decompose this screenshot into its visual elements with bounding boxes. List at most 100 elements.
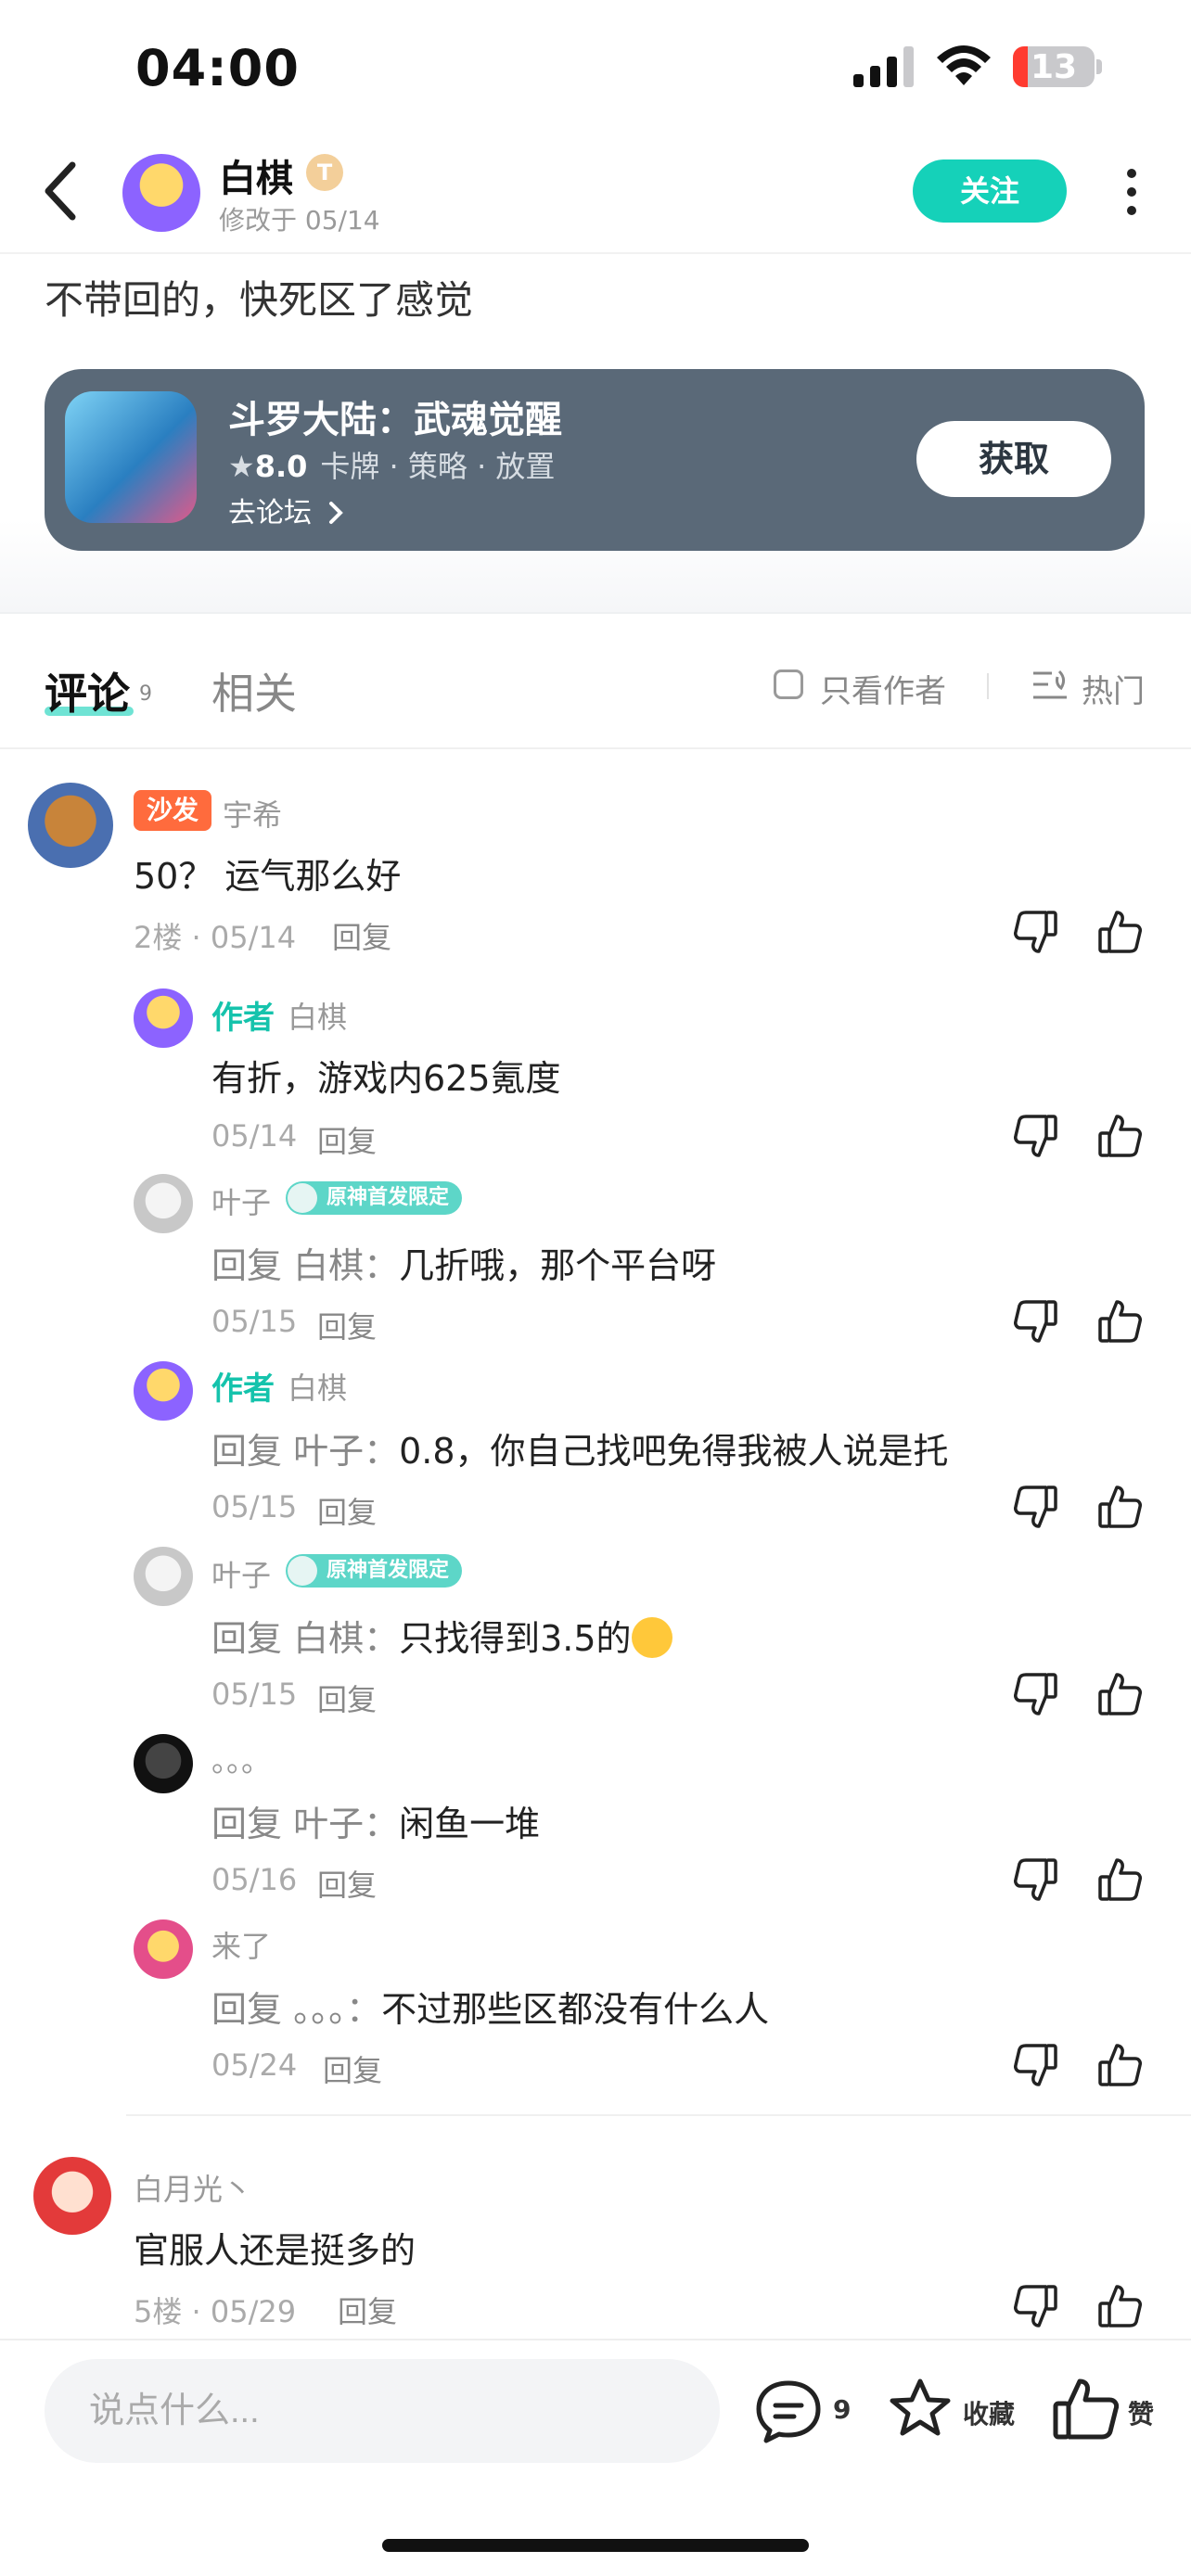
commenter-avatar[interactable] [134,1547,193,1606]
commenter-avatar[interactable] [134,1361,193,1421]
comment-text: 官服人还是挺多的 [134,2230,416,2271]
author-only-checkbox[interactable] [774,670,803,699]
forum-link[interactable]: 去论坛 [228,490,345,530]
star-icon: ★ [228,449,255,484]
reply-button[interactable]: 回复 [317,1118,377,1161]
comment-meta: 05/15 [211,1677,298,1712]
author-avatar[interactable] [122,154,200,232]
reply-button[interactable]: 回复 [338,2289,397,2331]
commenter-name[interactable]: 来了 [211,1923,271,1966]
commenter-name[interactable]: 。。。 [211,1738,271,1780]
dislike-icon[interactable] [1013,1113,1061,1165]
wifi-icon [937,45,991,85]
author-only-label[interactable]: 只看作者 [820,666,946,711]
like-icon[interactable] [1095,907,1143,959]
section-divider [0,612,1191,614]
game-icon[interactable] [65,391,197,523]
comment-text: 回复 。。。：不过那些区都没有什么人 [211,1981,769,2032]
battery-tip [1096,59,1102,74]
commenter-name[interactable]: 叶子 [211,1552,271,1595]
sort-label[interactable]: 热门 [1082,666,1145,711]
commenter-avatar[interactable] [134,1174,193,1233]
comment-text: 回复 白棋：只找得到3.5的 [211,1610,672,1661]
tabs-divider [0,747,1191,749]
comment-meta: 5楼 · 05/29 [134,2294,297,2329]
reply-text: 只找得到3.5的 [399,1618,632,1659]
favorite-label[interactable]: 收藏 [963,2394,1015,2431]
commenter-name[interactable]: 宇希 [223,792,282,835]
forum-link-label: 去论坛 [228,497,312,529]
like-icon[interactable] [1095,2040,1143,2092]
tab-comments-count: 9 [139,682,152,706]
reply-button[interactable]: 回复 [317,1677,377,1719]
get-game-button[interactable]: 获取 [916,421,1111,497]
comment-icon[interactable] [753,2378,824,2444]
dislike-icon[interactable] [1013,909,1061,961]
tab-related[interactable]: 相关 [211,660,297,721]
reply-input[interactable] [45,2359,720,2463]
sofa-badge: 沙发 [134,790,211,831]
comment-meta: 05/15 [211,1489,298,1524]
battery-level: 13 [1030,48,1078,86]
like-icon[interactable] [1095,1111,1143,1163]
game-meta: ★8.0 卡牌 · 策略 · 放置 [228,443,555,486]
medal-badge: 原神首发限定 [286,1554,463,1588]
dislike-icon[interactable] [1013,2283,1061,2335]
author-tag: 作者 [211,1371,275,1408]
game-title: 斗罗大陆：武魂觉醒 [228,399,562,441]
commenter-name[interactable]: 白棋 [288,1365,347,1408]
back-icon[interactable] [41,158,82,224]
dislike-icon[interactable] [1013,2042,1061,2094]
comment-text: 回复 叶子：0.8，你自己找吧免得我被人说是托 [211,1422,949,1473]
author-level-badge: T [306,154,343,191]
like-icon[interactable] [1095,1669,1143,1721]
comment-meta: 05/16 [211,1862,298,1897]
tab-divider [987,673,989,699]
author-name[interactable]: 白棋 [219,148,293,202]
commenter-name[interactable]: 白棋 [288,994,347,1037]
reply-prefix: 回复 白棋： [211,1618,400,1659]
commenter-name[interactable]: 叶子 [211,1180,271,1222]
reply-text: 闲鱼一堆 [399,1804,541,1844]
author-tag: 作者 [211,1000,275,1037]
like-icon[interactable] [1095,2281,1143,2333]
dislike-icon[interactable] [1013,1298,1061,1350]
commenter-avatar[interactable] [134,1919,193,1979]
reply-button[interactable]: 回复 [332,914,391,957]
reply-button[interactable]: 回复 [317,1304,377,1346]
modified-date: 修改于 05/14 [219,205,380,236]
commenter-avatar[interactable] [134,1734,193,1793]
commenter-avatar[interactable] [33,2157,111,2235]
dislike-icon[interactable] [1013,1671,1061,1723]
comment-text: 有折，游戏内625氪度 [211,1058,561,1099]
game-rating: 8.0 [254,449,308,484]
reply-text: 0.8，你自己找吧免得我被人说是托 [399,1431,949,1472]
commenter-avatar[interactable] [28,783,113,868]
follow-button[interactable]: 关注 [913,159,1067,223]
reply-button[interactable]: 回复 [317,1862,377,1905]
dislike-icon[interactable] [1013,1856,1061,1908]
like-icon[interactable] [1052,2374,1121,2442]
tab-comments[interactable]: 评论 [45,660,130,721]
medal-label: 原神首发限定 [327,1186,450,1209]
dislike-icon[interactable] [1013,1484,1061,1536]
reply-button[interactable]: 回复 [317,1489,377,1532]
commenter-avatar[interactable] [134,988,193,1048]
like-icon[interactable] [1095,1296,1143,1348]
commenter-name[interactable]: 白月光丶 [134,2166,252,2209]
game-card[interactable]: 斗罗大陆：武魂觉醒 ★8.0 卡牌 · 策略 · 放置 去论坛 获取 [45,369,1145,551]
reply-prefix: 回复 叶子： [211,1431,400,1472]
favorite-icon[interactable] [887,2376,954,2442]
like-label[interactable]: 赞 [1128,2394,1154,2431]
comment-meta: 2楼 · 05/14 [134,920,297,955]
reply-button[interactable]: 回复 [323,2047,382,2090]
like-icon[interactable] [1095,1482,1143,1534]
status-time: 04:00 [135,39,300,97]
bottom-bar-divider [0,2339,1191,2340]
reply-prefix: 回复 。。。： [211,1989,382,2030]
like-icon[interactable] [1095,1855,1143,1906]
comment-count: 9 [833,2394,852,2425]
reply-prefix: 回复 叶子： [211,1804,400,1844]
sort-icon[interactable] [1030,668,1070,705]
more-icon[interactable] [1121,163,1143,219]
